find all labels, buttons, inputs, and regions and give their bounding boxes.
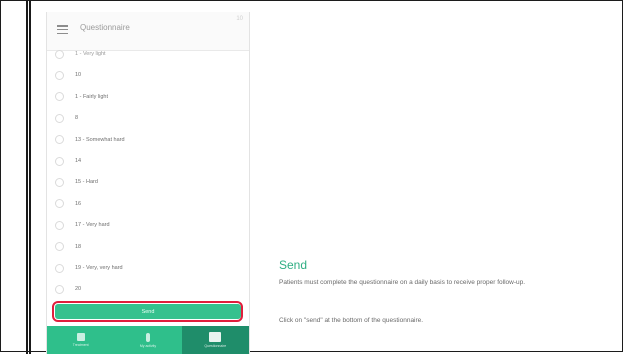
scale-option[interactable]: 1 - Fairly light <box>47 87 249 107</box>
radio-button[interactable] <box>55 220 64 230</box>
scale-option-label: 1 - Fairly light <box>75 93 109 100</box>
scale-option-label: 16 <box>75 200 82 207</box>
scale-option[interactable]: 13 - Somewhat hard <box>47 130 249 150</box>
nav-tab-label: Treatment <box>72 343 89 347</box>
left-rule <box>26 0 28 354</box>
scale-option-label: 8 <box>75 115 79 122</box>
left-rule-inner <box>29 0 31 354</box>
scale-option-label: 10 <box>75 72 82 79</box>
phone-screen: Questionnaire 10 1 - Very light 10 1 - Fai… <box>46 12 250 354</box>
scale-option[interactable]: 18 <box>47 237 249 257</box>
scale-option[interactable]: 16 <box>47 194 249 214</box>
app-header: Questionnaire 10 <box>47 12 249 51</box>
scale-option-label: 13 - Somewhat hard <box>75 136 125 143</box>
send-button[interactable]: Send <box>55 304 241 319</box>
info-description: Patients must complete the questionnaire… <box>279 279 526 286</box>
scale-option-label: 18 <box>75 243 82 250</box>
scale-option-label: 15 - Hard <box>75 179 98 186</box>
scale-option[interactable]: 19 - Very, very hard <box>47 258 249 278</box>
radio-button[interactable] <box>55 92 64 102</box>
scale-option[interactable]: 15 - Hard <box>47 172 249 192</box>
clipboard-icon <box>209 332 222 342</box>
info-title: Send <box>279 258 308 272</box>
radio-button[interactable] <box>55 70 64 80</box>
radio-button[interactable] <box>55 177 64 187</box>
info-note: Click on "send" at the bottom of the que… <box>279 317 424 324</box>
scale-list: 1 - Very light 10 1 - Fairly light 8 13 - So… <box>47 50 249 302</box>
scale-option-label: 1 - Very light <box>75 51 106 57</box>
bottom-nav: Treatment My activity Questionnaire <box>47 326 249 354</box>
radio-button[interactable] <box>55 135 64 145</box>
nav-tab-label: Questionnaire <box>204 344 227 348</box>
person-icon <box>145 332 150 342</box>
radio-button[interactable] <box>55 263 64 273</box>
nav-tab-label: My activity <box>139 343 157 348</box>
nav-tab-questionnaire[interactable]: Questionnaire <box>181 326 249 354</box>
scale-option[interactable]: 8 <box>47 108 249 128</box>
scale-option-label: 19 - Very, very hard <box>75 265 123 271</box>
radio-button[interactable] <box>55 156 64 166</box>
radio-button[interactable] <box>55 199 64 209</box>
nav-tab-treatment[interactable]: Treatment <box>47 326 114 354</box>
radio-button[interactable] <box>55 284 64 294</box>
nav-tab-my-activity[interactable]: My activity <box>114 326 181 354</box>
calendar-icon <box>76 333 85 341</box>
scale-option-label: 20 <box>75 286 82 293</box>
menu-icon[interactable] <box>57 25 68 34</box>
radio-button[interactable] <box>55 50 64 59</box>
radio-button[interactable] <box>55 242 64 252</box>
scale-option-label: 14 <box>75 158 82 164</box>
scale-option-label: 17 - Very hard <box>75 222 110 229</box>
scale-option[interactable]: 14 <box>47 151 249 171</box>
corner-mark: 10 <box>236 16 243 22</box>
scale-option[interactable]: 20 <box>47 279 249 299</box>
scale-option[interactable]: 10 <box>47 65 249 85</box>
radio-button[interactable] <box>55 113 64 123</box>
page-title: Questionnaire <box>80 23 130 32</box>
scale-option[interactable]: 17 - Very hard <box>47 215 249 235</box>
scale-option[interactable]: 1 - Very light <box>47 50 249 64</box>
